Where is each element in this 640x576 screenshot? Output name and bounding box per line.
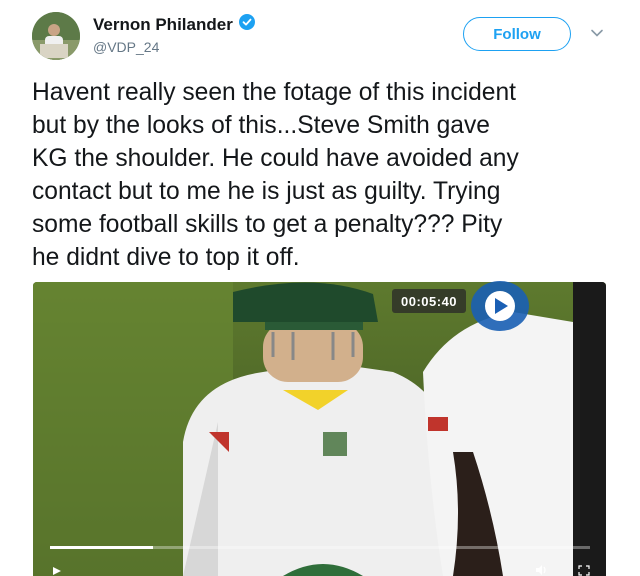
fullscreen-icon[interactable]: [578, 565, 590, 576]
avatar[interactable]: [32, 12, 80, 60]
play-icon[interactable]: [470, 280, 530, 332]
chevron-down-icon[interactable]: [590, 26, 604, 40]
author-name[interactable]: Vernon Philander: [93, 15, 233, 35]
tweet-text: Havent really seen the fotage of this in…: [32, 79, 519, 271]
verified-badge-icon: [238, 14, 255, 35]
follow-button[interactable]: Follow: [463, 17, 571, 51]
author-handle[interactable]: @VDP_24: [93, 39, 255, 55]
author-block: Vernon Philander @VDP_24: [93, 14, 255, 55]
video-progress-bar[interactable]: [50, 546, 590, 549]
volume-icon[interactable]: [535, 564, 549, 576]
video-timestamp: 00:05:40: [392, 289, 467, 313]
video-progress-fill: [50, 546, 153, 549]
author-name-row[interactable]: Vernon Philander: [93, 14, 255, 35]
play-small-icon[interactable]: [52, 566, 62, 576]
